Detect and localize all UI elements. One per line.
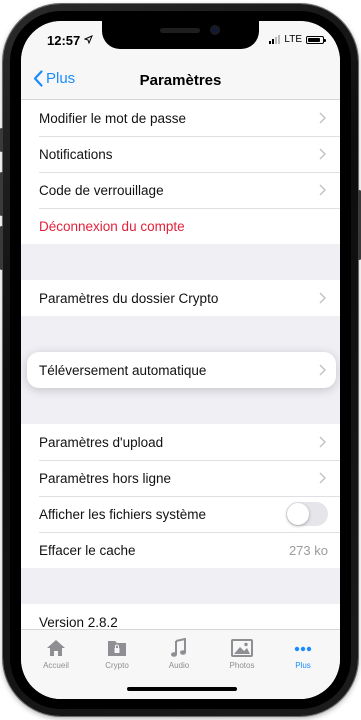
clear-cache-row[interactable]: Effacer le cache 273 ko	[21, 532, 340, 568]
toggle-knob	[287, 503, 309, 525]
notifications-label: Notifications	[39, 146, 113, 162]
more-dots-icon	[294, 646, 312, 652]
battery-icon	[306, 35, 326, 44]
section-spacer	[21, 316, 340, 352]
auto-upload-row[interactable]: Téléversement automatique	[27, 352, 336, 388]
chevron-right-icon	[319, 184, 326, 196]
screen: 12:57 LTE Plus Paramètres Modifier le mo…	[21, 21, 340, 699]
tab-label: Plus	[295, 661, 311, 670]
chevron-right-icon	[319, 436, 326, 448]
navigation-bar: Plus Paramètres	[21, 63, 340, 100]
logout-row[interactable]: Déconnexion du compte	[21, 208, 340, 244]
tab-plus[interactable]: Plus	[273, 638, 333, 670]
page-title: Paramètres	[139, 72, 222, 89]
battery-level	[308, 37, 320, 42]
location-arrow-icon	[84, 35, 93, 44]
status-indicators: LTE	[269, 34, 326, 45]
status-time: 12:57	[47, 33, 81, 48]
tab-photos[interactable]: Photos	[212, 638, 272, 670]
tab-bar: Accueil Crypto Audio Photos Plus	[21, 629, 340, 699]
notch	[102, 21, 259, 49]
home-icon	[47, 640, 65, 656]
tab-label: Accueil	[43, 661, 69, 670]
offline-settings-row[interactable]: Paramètres hors ligne	[21, 460, 340, 496]
version-label: Version 2.8.2	[39, 614, 118, 630]
chevron-right-icon	[319, 112, 326, 124]
upload-settings-label: Paramètres d'upload	[39, 434, 164, 450]
tab-label: Crypto	[105, 661, 129, 670]
section-spacer	[21, 388, 340, 424]
volume-up-button	[0, 172, 3, 216]
section-spacer	[21, 568, 340, 604]
section-spacer	[21, 244, 340, 280]
upload-settings-row[interactable]: Paramètres d'upload	[21, 424, 340, 460]
chevron-right-icon	[319, 472, 326, 484]
clear-cache-label: Effacer le cache	[39, 542, 136, 558]
show-system-files-label: Afficher les fichiers système	[39, 506, 207, 522]
show-system-files-row: Afficher les fichiers système	[21, 496, 340, 532]
crypto-folder-row[interactable]: Paramètres du dossier Crypto	[21, 280, 340, 316]
speaker-grille	[160, 28, 200, 33]
tab-label: Audio	[168, 661, 190, 670]
music-note-icon	[171, 638, 186, 657]
show-system-files-toggle[interactable]	[286, 502, 328, 526]
photo-icon	[231, 639, 253, 657]
signal-icon	[269, 35, 281, 44]
lock-code-label: Code de verrouillage	[39, 182, 164, 198]
folder-lock-icon	[108, 641, 126, 656]
front-camera	[210, 25, 220, 35]
notifications-row[interactable]: Notifications	[21, 136, 340, 172]
change-password-row[interactable]: Modifier le mot de passe	[21, 100, 340, 136]
crypto-folder-label: Paramètres du dossier Crypto	[39, 290, 219, 306]
tab-audio[interactable]: Audio	[149, 638, 209, 670]
network-type: LTE	[284, 34, 302, 45]
tab-accueil[interactable]: Accueil	[26, 638, 86, 670]
logout-label: Déconnexion du compte	[39, 218, 185, 234]
auto-upload-label: Téléversement automatique	[39, 362, 207, 378]
change-password-label: Modifier le mot de passe	[39, 110, 187, 126]
settings-list: Modifier le mot de passe Notifications C…	[21, 100, 340, 640]
offline-settings-label: Paramètres hors ligne	[39, 470, 172, 486]
volume-down-button	[0, 226, 3, 270]
home-indicator[interactable]	[127, 687, 237, 691]
chevron-right-icon	[319, 148, 326, 160]
tab-label: Photos	[229, 661, 255, 670]
cache-size-value: 273 ko	[288, 542, 328, 558]
lock-code-row[interactable]: Code de verrouillage	[21, 172, 340, 208]
chevron-right-icon	[319, 292, 326, 304]
mute-switch	[0, 128, 3, 152]
tab-crypto[interactable]: Crypto	[87, 638, 147, 670]
chevron-right-icon	[319, 364, 326, 376]
